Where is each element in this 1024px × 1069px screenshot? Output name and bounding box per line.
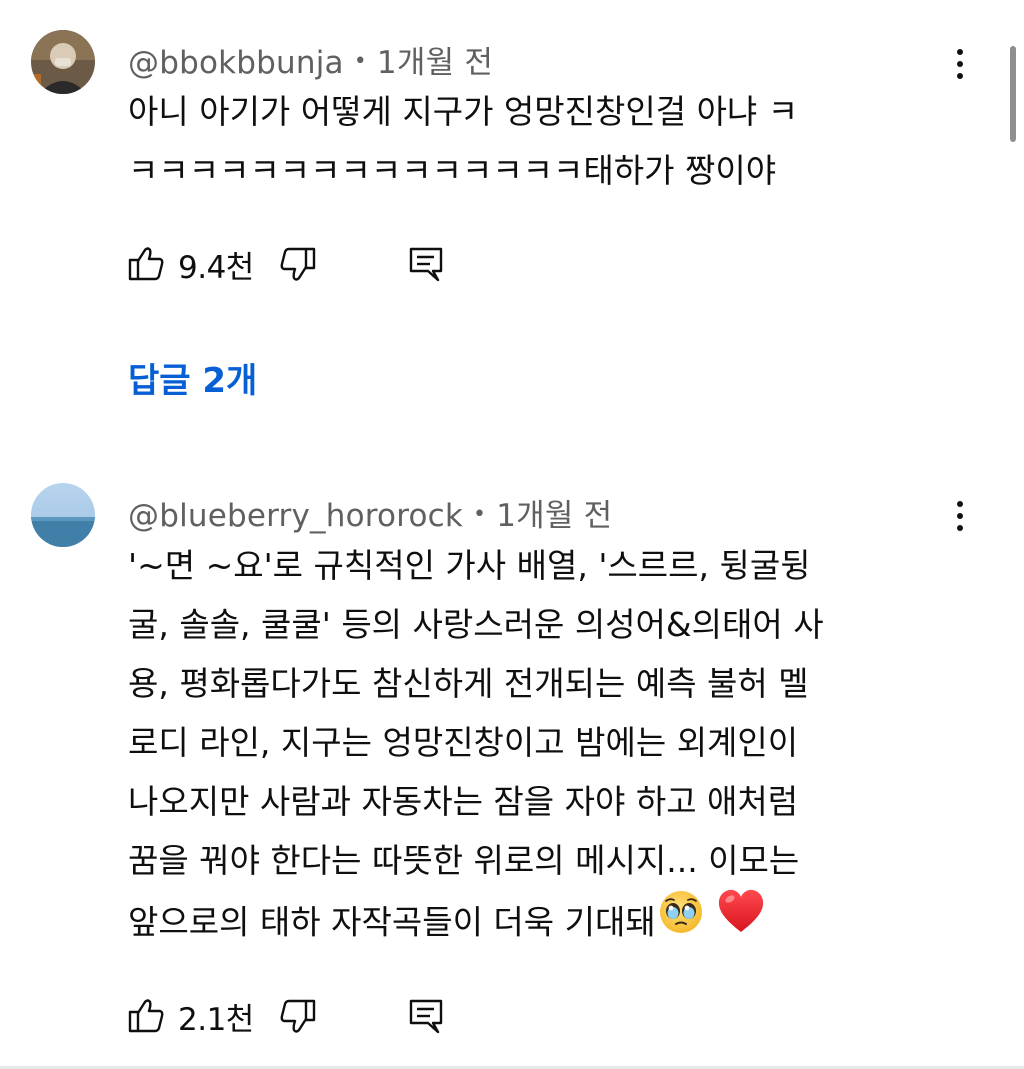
- comment-icon: [406, 996, 446, 1036]
- author-name[interactable]: @bbokbbunja: [128, 45, 344, 81]
- thumbs-up-icon: [126, 996, 166, 1036]
- comment-time: 1개월 전: [376, 45, 494, 81]
- reply-button[interactable]: [406, 244, 446, 284]
- comment-line: ㅋㅋㅋㅋㅋㅋㅋㅋㅋㅋㅋㅋㅋㅋㅋ태하가 짱이야: [128, 151, 777, 190]
- comment-thread: @blueberry_hororock • 1개월 전 '~면 ~요'로 규칙적인 …: [0, 440, 1024, 1066]
- meta-separator: •: [353, 49, 367, 74]
- comment-text: 아니 아기가 어떻게 지구가 엉망진창인걸 아냐 ㅋㅋㅋㅋㅋㅋㅋㅋㅋㅋㅋㅋㅋㅋㅋ…: [128, 82, 948, 200]
- comment-line: 꿈을 꿔야 한다는 따뜻한 위로의 메시지... 이모는: [128, 841, 800, 880]
- comment-actions: 9.4천: [126, 239, 446, 289]
- comment-thread: @bbokbbunja • 1개월 전 아니 아기가 어떻게 지구가 엉망진창인걸 …: [0, 0, 1024, 440]
- comment-icon: [406, 244, 446, 284]
- comment-line: 아니 아기가 어떻게 지구가 엉망진창인걸 아냐 ㅋ: [128, 92, 799, 131]
- comment-line: 나오지만 사람과 자동차는 잠을 자야 하고 애처럼: [128, 782, 799, 821]
- red-heart-emoji-icon: [716, 887, 766, 953]
- like-button[interactable]: 2.1천: [126, 994, 254, 1039]
- thumbs-down-icon: [278, 244, 318, 284]
- comment-meta: @bbokbbunja • 1개월 전: [128, 37, 493, 82]
- author-name[interactable]: @blueberry_hororock: [128, 498, 463, 534]
- pleading-face-emoji-icon: [656, 886, 706, 954]
- avatar[interactable]: [31, 483, 95, 547]
- like-count: 9.4천: [178, 249, 254, 286]
- thumbs-up-icon: [126, 244, 166, 284]
- comment-line: 용, 평화롭다가도 참신하게 전개되는 예측 불허 멜: [128, 664, 809, 703]
- more-vert-icon[interactable]: [944, 40, 976, 88]
- comment-line: '~면 ~요'로 규칙적인 가사 배열, '스르르, 뒹굴뒹: [128, 546, 811, 585]
- comment-line: 로디 라인, 지구는 엉망진창이고 밤에는 외계인이: [128, 723, 799, 762]
- comment-actions: 2.1천: [126, 991, 446, 1041]
- view-replies-button[interactable]: 답글 2개: [128, 353, 257, 402]
- comment-time: 1개월 전: [496, 498, 613, 534]
- more-vert-icon[interactable]: [944, 492, 976, 540]
- meta-separator: •: [473, 502, 487, 527]
- thumbs-down-icon: [278, 996, 318, 1036]
- comment-line-last: 앞으로의 태하 자작곡들이 더욱 기대돼: [128, 887, 948, 958]
- dislike-button[interactable]: [278, 244, 318, 284]
- like-button[interactable]: 9.4천: [126, 242, 254, 287]
- comment-meta: @blueberry_hororock • 1개월 전: [128, 490, 612, 535]
- reply-button[interactable]: [406, 996, 446, 1036]
- comment-text: '~면 ~요'로 규칙적인 가사 배열, '스르르, 뒹굴뒹굴, 솔솔, 쿨쿨'…: [128, 536, 948, 958]
- avatar[interactable]: [31, 30, 95, 94]
- comment-line: 앞으로의 태하 자작곡들이 더욱 기대돼: [128, 902, 656, 942]
- dislike-button[interactable]: [278, 996, 318, 1036]
- like-count: 2.1천: [178, 1001, 254, 1038]
- comment-line: 굴, 솔솔, 쿨쿨' 등의 사랑스러운 의성어&의태어 사: [128, 605, 824, 644]
